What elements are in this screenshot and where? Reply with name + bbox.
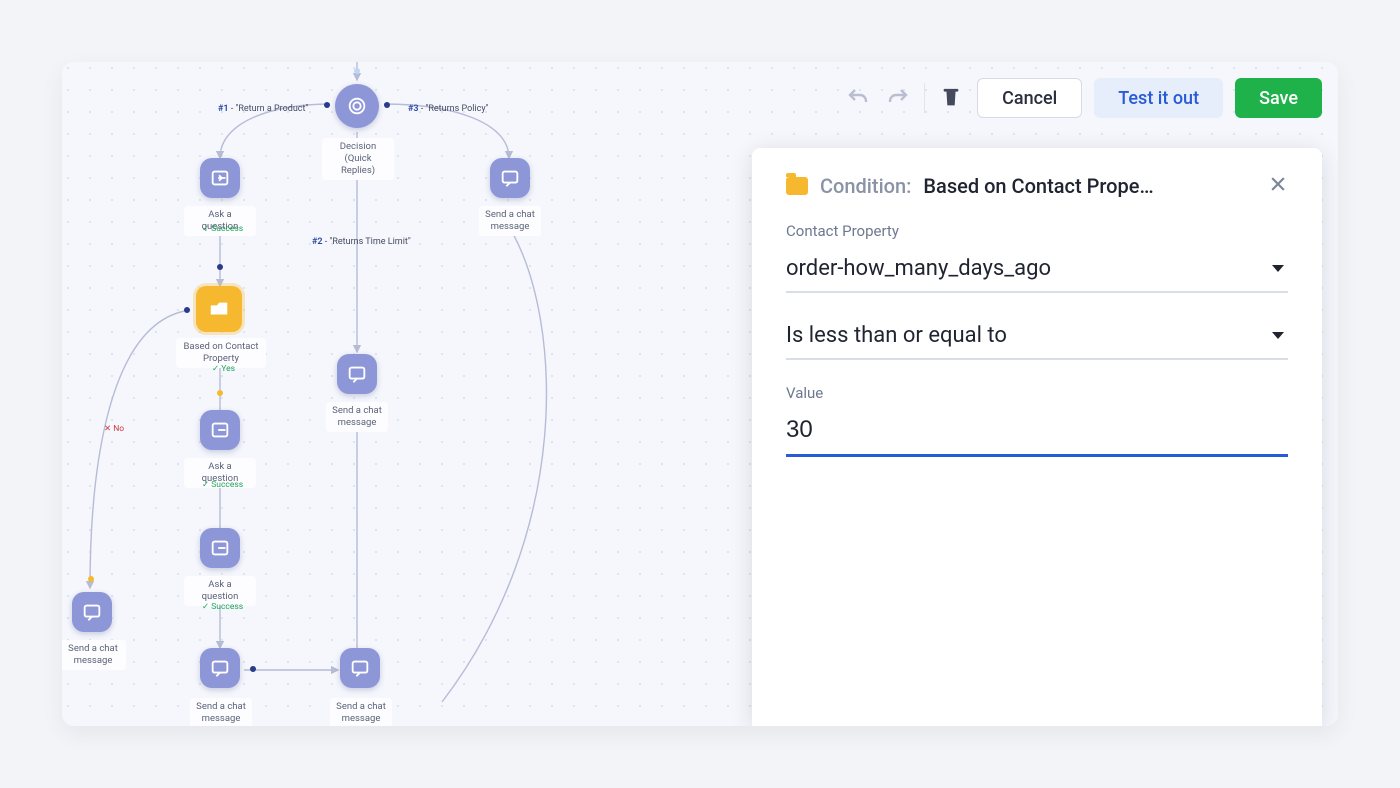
connector-dot xyxy=(354,68,360,74)
panel-title-value: Based on Contact Prope… xyxy=(923,174,1153,198)
node-condition-selected[interactable] xyxy=(196,286,242,332)
node-send-chat[interactable] xyxy=(72,592,112,632)
condition-panel: Condition: Based on Contact Prope… Conta… xyxy=(752,148,1322,726)
field-label-value: Value xyxy=(786,384,1288,402)
test-button[interactable]: Test it out xyxy=(1094,78,1223,118)
connector-dot xyxy=(217,264,223,270)
node-ask-question[interactable] xyxy=(200,528,240,568)
trash-icon[interactable] xyxy=(937,84,965,112)
save-button[interactable]: Save xyxy=(1235,78,1322,118)
status-success: Success xyxy=(202,602,243,612)
node-send-chat[interactable] xyxy=(340,648,380,688)
status-yes: Yes xyxy=(212,364,235,374)
panel-title-prefix: Condition: xyxy=(820,174,911,198)
undo-icon[interactable] xyxy=(844,84,872,112)
contact-property-select[interactable]: order-how_many_days_ago xyxy=(786,250,1288,293)
connector-dot xyxy=(88,576,94,582)
chevron-down-icon xyxy=(1272,332,1284,339)
status-no: No xyxy=(104,424,124,434)
cancel-button[interactable]: Cancel xyxy=(977,78,1082,118)
edge-label-2: #2 - "Returns Time Limit" xyxy=(312,237,411,247)
edge-label-3: #3 - "Returns Policy" xyxy=(408,104,489,114)
separator xyxy=(924,83,925,113)
node-label: Send a chat message xyxy=(62,640,126,670)
node-send-chat[interactable] xyxy=(200,648,240,688)
status-success: Success xyxy=(202,480,243,490)
node-label: Send a chat message xyxy=(190,698,252,726)
connector-dot xyxy=(384,102,390,108)
node-label: Send a chat message xyxy=(326,402,388,432)
flow-canvas[interactable]: Decision (Quick Replies) #1 - "Return a … xyxy=(62,62,1338,726)
node-ask-question[interactable] xyxy=(200,158,240,198)
node-label: Send a chat message xyxy=(479,206,541,236)
node-ask-question[interactable] xyxy=(200,410,240,450)
value-input[interactable] xyxy=(786,412,1288,457)
connector-dot xyxy=(184,307,190,313)
redo-icon[interactable] xyxy=(884,84,912,112)
node-label-start: Decision (Quick Replies) xyxy=(322,138,394,180)
connector-dot xyxy=(324,102,330,108)
node-label: Send a chat message xyxy=(330,698,392,726)
status-success: Success xyxy=(202,224,243,234)
chevron-down-icon xyxy=(1272,265,1284,272)
field-label-property: Contact Property xyxy=(786,222,1288,240)
node-send-chat[interactable] xyxy=(490,158,530,198)
close-icon[interactable] xyxy=(1268,174,1288,198)
select-value: order-how_many_days_ago xyxy=(786,256,1051,281)
select-value: Is less than or equal to xyxy=(786,323,1007,348)
toolbar: Cancel Test it out Save xyxy=(844,78,1322,118)
edge-label-1: #1 - "Return a Product" xyxy=(218,104,308,114)
node-start[interactable] xyxy=(335,84,379,128)
connector-dot xyxy=(217,390,223,396)
operator-select[interactable]: Is less than or equal to xyxy=(786,317,1288,360)
node-send-chat[interactable] xyxy=(337,354,377,394)
folder-icon xyxy=(786,177,808,195)
connector-dot xyxy=(250,666,256,672)
